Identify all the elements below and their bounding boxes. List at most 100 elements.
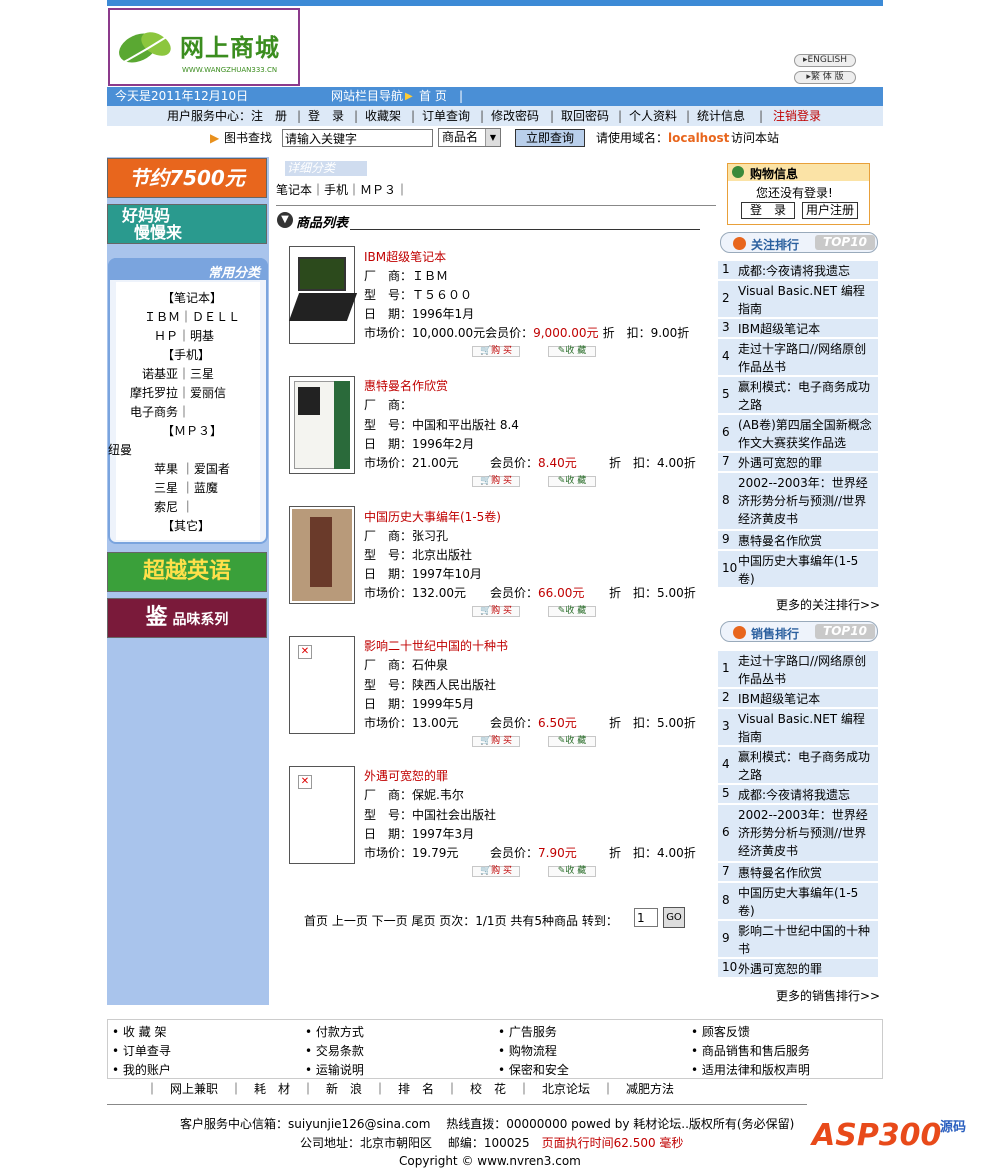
ranking-item[interactable]: 9 影响二十世纪中国的十种书	[718, 921, 878, 957]
footer-item[interactable]: • 保密和安全	[498, 1061, 569, 1078]
service-favorites[interactable]: 收藏架	[365, 106, 401, 126]
cat-mp3-brands-3[interactable]: 索尼 ｜	[154, 498, 194, 515]
logout-link[interactable]: 注销登录	[773, 106, 821, 126]
detail-category-links[interactable]: 笔记本｜手机｜ＭＰ３｜	[276, 181, 408, 198]
nav-home-link[interactable]: 首 页	[419, 87, 447, 106]
buy-button[interactable]: 🛒购 买	[472, 606, 520, 617]
footer-item[interactable]: • 适用法律和版权声明	[691, 1061, 810, 1078]
sales-more-link[interactable]: 更多的销售排行>>	[776, 987, 880, 1004]
register-button[interactable]: 用户注册	[802, 202, 858, 219]
ranking-item[interactable]: 8 2002--2003年：世界经济形势分析与预测//世界经济黄皮书	[718, 473, 878, 529]
ranking-title: 中国历史大事编年(1-5卷)	[738, 886, 859, 918]
ad-banner-mom[interactable]: 好妈妈 慢慢来	[107, 204, 267, 244]
ranking-item[interactable]: 9 惠特曼名作欣赏	[718, 531, 878, 549]
cat-notebook-brands-1[interactable]: ＩＢＭ｜ＤＥＬＬ	[144, 308, 240, 325]
ranking-item[interactable]: 1 走过十字路口//网络原创作品丛书	[718, 651, 878, 687]
product-image[interactable]: ✕	[289, 636, 355, 734]
search-button[interactable]: 立即查询	[515, 129, 585, 147]
favorite-button[interactable]: ✎收 藏	[548, 736, 596, 747]
ranking-item[interactable]: 10 外遇可宽恕的罪	[718, 959, 878, 977]
traditional-button[interactable]: ▸繁 体 版	[794, 71, 856, 84]
ad-banner-save[interactable]: 节约7500元	[107, 158, 267, 198]
ranking-item[interactable]: 2 IBM超级笔记本	[718, 689, 878, 707]
pager-text[interactable]: 首页 上一页 下一页 尾页 页次：1/1页 共有5种商品 转到：	[304, 912, 618, 929]
login-button[interactable]: 登 录	[741, 202, 795, 219]
site-logo[interactable]: 网上商城 WWW.WANGZHUAN333.CN	[108, 8, 300, 86]
ranking-item[interactable]: 3 Visual Basic.NET 编程指南	[718, 709, 878, 745]
product-image[interactable]: ✕	[289, 766, 355, 864]
service-recover-password[interactable]: 取回密码	[561, 106, 609, 126]
ad-banner-taste[interactable]: 鉴 品味系列	[107, 598, 267, 638]
ranking-item[interactable]: 5 成都:今夜请将我遗忘	[718, 785, 878, 803]
ranking-item[interactable]: 5 赢利模式：电子商务成功之路	[718, 377, 878, 413]
footer-item[interactable]: • 订单查寻	[112, 1042, 171, 1059]
ranking-item[interactable]: 6 2002--2003年：世界经济形势分析与预测//世界经济黄皮书	[718, 805, 878, 861]
product-name[interactable]: 影响二十世纪中国的十种书	[364, 637, 508, 654]
product-name[interactable]: 外遇可宽恕的罪	[364, 767, 448, 784]
footer-item[interactable]: • 我的账户	[112, 1061, 171, 1078]
product-image[interactable]	[289, 506, 355, 604]
service-login[interactable]: 登 录	[308, 106, 344, 126]
favorite-button[interactable]: ✎收 藏	[548, 606, 596, 617]
service-profile[interactable]: 个人资料	[629, 106, 677, 126]
favorite-button[interactable]: ✎收 藏	[548, 866, 596, 877]
cat-mp3-brands-1[interactable]: 苹果 ｜爱国者	[154, 460, 230, 477]
service-change-password[interactable]: 修改密码	[491, 106, 539, 126]
footer-item[interactable]: • 顾客反馈	[691, 1023, 750, 1040]
cat-phone-brands-3[interactable]: 电子商务｜	[130, 403, 190, 420]
ranking-item[interactable]: 3 IBM超级笔记本	[718, 319, 878, 337]
buy-button[interactable]: 🛒购 买	[472, 736, 520, 747]
footer-item[interactable]: • 交易条款	[305, 1042, 364, 1059]
cat-mp3-brand-newman[interactable]: 纽曼	[108, 441, 132, 458]
ranking-title: 成都:今夜请将我遗忘	[738, 788, 851, 802]
footer-friend-links[interactable]: ｜ 网上兼职 ｜ 耗 材 ｜ 新 浪 ｜ 排 名 ｜ 校 花 ｜ 北京论坛 ｜ …	[100, 1080, 720, 1097]
footer-item[interactable]: • 付款方式	[305, 1023, 364, 1040]
buy-button[interactable]: 🛒购 买	[472, 346, 520, 357]
ranking-item[interactable]: 10 中国历史大事编年(1-5卷)	[718, 551, 878, 587]
page-go-button[interactable]: GO	[663, 907, 685, 928]
service-order-query[interactable]: 订单查询	[422, 106, 470, 126]
favorite-button[interactable]: ✎收 藏	[548, 476, 596, 487]
page-input[interactable]	[634, 908, 658, 927]
cat-notebook-brands-2[interactable]: ＨＰ｜明基	[154, 327, 214, 344]
ranking-title: 惠特曼名作欣赏	[738, 534, 823, 548]
english-button[interactable]: ▸ENGLISH	[794, 54, 856, 67]
product-image[interactable]	[289, 376, 355, 474]
cat-other-head[interactable]: 【其它】	[162, 517, 210, 534]
product-name[interactable]: 惠特曼名作欣赏	[364, 377, 448, 394]
service-stats[interactable]: 统计信息	[697, 106, 745, 126]
ranking-item[interactable]: 6 (AB卷)第四届全国新概念作文大赛获奖作品选	[718, 415, 878, 451]
footer-item[interactable]: • 购物流程	[498, 1042, 557, 1059]
ranking-item[interactable]: 7 惠特曼名作欣赏	[718, 863, 878, 881]
ad-banner-english[interactable]: 超越英语	[107, 552, 267, 592]
product-image[interactable]	[288, 246, 358, 344]
product-name[interactable]: 中国历史大事编年(1-5卷)	[364, 508, 501, 525]
search-type-select[interactable]: 商品名 ▼	[438, 128, 501, 147]
ranking-number: 1	[722, 262, 730, 276]
discount-label: 折 扣：	[609, 846, 658, 860]
search-input[interactable]	[282, 129, 433, 147]
product-maker: 厂 商：张习孔	[364, 527, 448, 544]
ranking-item[interactable]: 7 外遇可宽恕的罪	[718, 453, 878, 471]
product-name[interactable]: IBM超级笔记本	[364, 248, 446, 265]
footer-item[interactable]: • 收 藏 架	[112, 1023, 167, 1040]
service-register[interactable]: 注 册	[251, 106, 287, 126]
favorite-button[interactable]: ✎收 藏	[548, 346, 596, 357]
market-value: 19.79元	[412, 846, 459, 860]
ranking-item[interactable]: 4 赢利模式：电子商务成功之路	[718, 747, 878, 783]
ranking-item[interactable]: 1 成都:今夜请将我遗忘	[718, 261, 878, 279]
sales-ranking-title: 销售排行	[751, 627, 800, 641]
cat-phone-brands-1[interactable]: 诺基亚｜三星	[142, 365, 214, 382]
ranking-item[interactable]: 2 Visual Basic.NET 编程指南	[718, 281, 878, 317]
cat-phone-brands-2[interactable]: 摩托罗拉｜爱丽信	[130, 384, 226, 401]
search-label: 图书查找	[224, 131, 273, 145]
buy-button[interactable]: 🛒购 买	[472, 476, 520, 487]
ranking-item[interactable]: 4 走过十字路口//网络原创作品丛书	[718, 339, 878, 375]
ranking-item[interactable]: 8 中国历史大事编年(1-5卷)	[718, 883, 878, 919]
cat-mp3-brands-2[interactable]: 三星 ｜蓝魔	[154, 479, 218, 496]
buy-button[interactable]: 🛒购 买	[472, 866, 520, 877]
footer-item[interactable]: • 商品销售和售后服务	[691, 1042, 810, 1059]
footer-item[interactable]: • 运输说明	[305, 1061, 364, 1078]
attention-more-link[interactable]: 更多的关注排行>>	[776, 596, 880, 613]
footer-item[interactable]: • 广告服务	[498, 1023, 557, 1040]
